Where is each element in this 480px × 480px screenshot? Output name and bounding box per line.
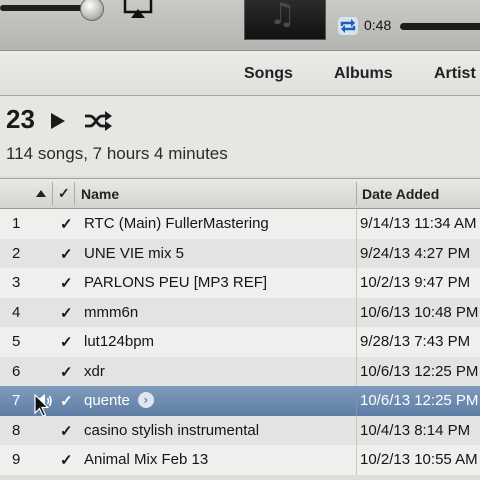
column-separator <box>356 445 357 475</box>
column-separator <box>356 297 357 327</box>
column-separator <box>356 327 357 357</box>
elapsed-time: 0:48 <box>364 17 392 33</box>
date-added: 10/2/13 9:47 PM <box>360 274 471 291</box>
song-row[interactable]: 4 ✓ mmm6n 10/6/13 10:48 PM <box>0 297 480 327</box>
track-number: 3 <box>12 274 21 291</box>
date-added: 10/2/13 10:55 AM <box>360 451 478 468</box>
song-name: UNE VIE mix 5 <box>84 244 185 262</box>
song-checkbox[interactable]: ✓ <box>60 215 73 233</box>
song-name: Animal Mix Feb 13 <box>84 451 209 468</box>
sort-ascending-icon[interactable] <box>36 190 46 197</box>
column-separator <box>356 356 357 386</box>
track-number: 2 <box>12 244 21 262</box>
column-separator <box>356 268 357 298</box>
song-row[interactable]: 9 ✓ Animal Mix Feb 13 10/2/13 10:55 AM <box>0 445 480 475</box>
airplay-icon[interactable] <box>122 0 154 18</box>
column-separator <box>356 209 357 239</box>
track-number: 9 <box>12 451 21 468</box>
album-artwork[interactable]: ♫ <box>244 0 326 40</box>
date-added: 9/14/13 11:34 AM <box>360 215 477 232</box>
track-number: 8 <box>12 421 21 439</box>
column-separator <box>356 238 357 268</box>
column-divider[interactable] <box>356 182 357 205</box>
playlist-summary: 114 songs, 7 hours 4 minutes <box>6 144 228 163</box>
column-header: ✓ Name Date Added <box>0 178 480 209</box>
song-checkbox[interactable]: ✓ <box>60 363 73 381</box>
track-number: 4 <box>12 303 21 321</box>
date-added: 10/6/13 12:25 PM <box>360 392 479 409</box>
date-added: 10/4/13 8:14 PM <box>360 421 471 439</box>
song-name: mmm6n <box>84 303 139 321</box>
song-row[interactable]: 3 ✓ PARLONS PEU [MP3 REF] 10/2/13 9:47 P… <box>0 268 480 298</box>
song-name: xdr <box>84 362 105 380</box>
song-row[interactable]: 6 ✓ xdr 10/6/13 12:25 PM <box>0 356 480 386</box>
song-list: 1 ✓ RTC (Main) FullerMastering 9/14/13 1… <box>0 209 480 480</box>
song-name-group: quente › <box>84 392 154 409</box>
song-row[interactable]: 2 ✓ UNE VIE mix 5 9/24/13 4:27 PM <box>0 238 480 268</box>
view-tab-bar: Songs Albums Artist <box>0 51 480 96</box>
column-check[interactable]: ✓ <box>58 185 70 202</box>
play-icon[interactable] <box>51 113 65 129</box>
song-checkbox[interactable]: ✓ <box>60 274 73 292</box>
song-row[interactable]: 8 ✓ casino stylish instrumental 10/4/13 … <box>0 415 480 445</box>
song-checkbox[interactable]: ✓ <box>60 333 73 351</box>
column-divider[interactable] <box>52 182 53 205</box>
track-number: 5 <box>12 333 21 350</box>
column-name[interactable]: Name <box>81 186 119 202</box>
playlist-header: 23 114 songs, 7 hours 4 minutes <box>0 96 480 176</box>
tab-songs[interactable]: Songs <box>244 65 293 83</box>
song-checkbox[interactable]: ✓ <box>60 245 73 263</box>
song-checkbox[interactable]: ✓ <box>60 451 73 469</box>
song-name: PARLONS PEU [MP3 REF] <box>84 274 268 291</box>
go-arrow-icon[interactable]: › <box>137 392 154 408</box>
track-number: 1 <box>12 215 21 232</box>
date-added: 10/6/13 10:48 PM <box>360 303 479 321</box>
playback-control-bar: ♫ 0:48 <box>0 0 480 51</box>
song-checkbox[interactable]: ✓ <box>60 422 73 440</box>
song-checkbox[interactable]: ✓ <box>60 392 73 410</box>
song-row[interactable]: 5 ✓ lut124bpm 9/28/13 7:43 PM <box>0 327 480 357</box>
repeat-icon[interactable] <box>338 17 358 35</box>
playlist-count: 23 <box>6 104 35 134</box>
date-added: 9/24/13 4:27 PM <box>360 244 471 262</box>
song-name: casino stylish instrumental <box>84 421 260 439</box>
track-number: 7 <box>12 392 21 409</box>
date-added: 10/6/13 12:25 PM <box>360 362 479 380</box>
song-name: lut124bpm <box>84 333 155 350</box>
song-name: RTC (Main) FullerMastering <box>84 215 269 232</box>
tab-albums[interactable]: Albums <box>334 65 393 83</box>
column-separator <box>356 415 357 445</box>
shuffle-icon[interactable] <box>84 111 112 131</box>
song-row-selected[interactable]: 7 ✓ quente › 10/6/13 12:25 PM <box>0 386 480 416</box>
tab-artists[interactable]: Artist <box>434 65 476 83</box>
song-progress-bar[interactable] <box>400 23 480 30</box>
music-note-icon: ♫ <box>269 0 296 32</box>
column-date-added[interactable]: Date Added <box>362 186 439 202</box>
mouse-cursor-icon <box>34 394 50 417</box>
column-divider[interactable] <box>74 182 75 205</box>
song-row[interactable]: 1 ✓ RTC (Main) FullerMastering 9/14/13 1… <box>0 209 480 239</box>
column-separator <box>356 386 357 416</box>
song-name: quente <box>84 392 130 409</box>
track-number: 6 <box>12 362 21 380</box>
volume-knob[interactable] <box>80 0 104 21</box>
volume-slider[interactable] <box>0 0 104 21</box>
date-added: 9/28/13 7:43 PM <box>360 333 471 350</box>
song-checkbox[interactable]: ✓ <box>60 304 73 322</box>
